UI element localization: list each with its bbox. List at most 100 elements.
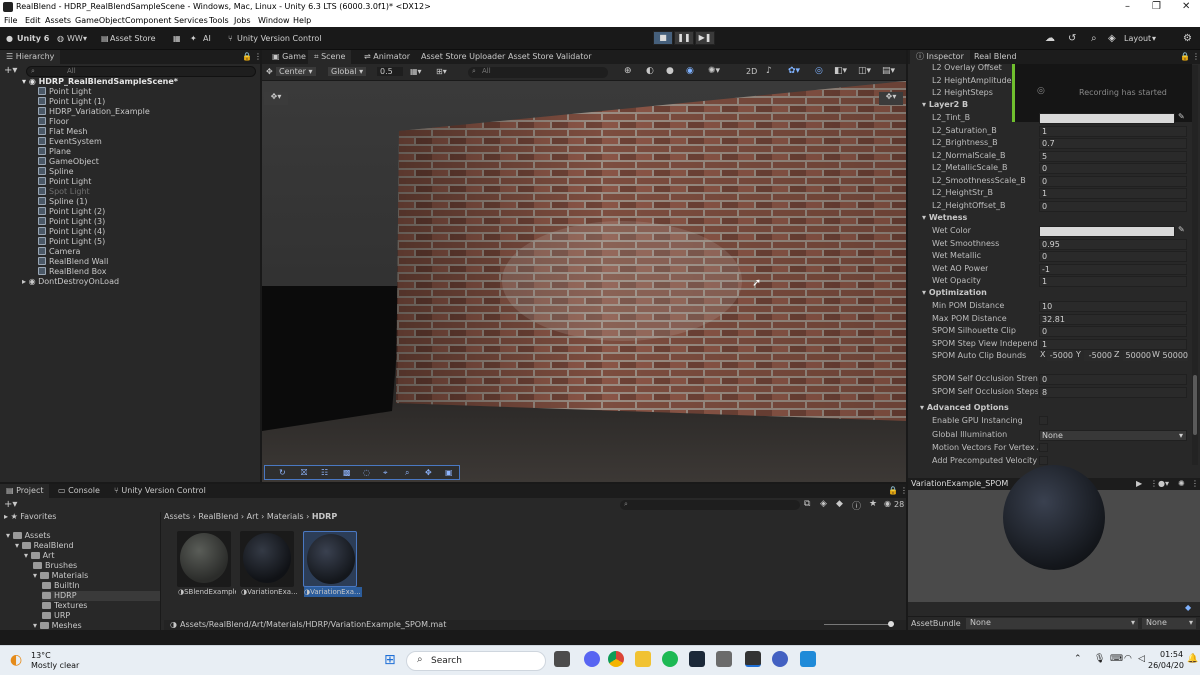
grid-icon[interactable]: ⊞▾: [436, 67, 447, 76]
transform-tool-icon[interactable]: ✥: [266, 67, 273, 76]
precomputed-velocity-checkbox[interactable]: [1039, 456, 1048, 465]
layers-icon[interactable]: ◈: [1108, 32, 1116, 45]
more-options-icon[interactable]: ⋮: [1186, 50, 1200, 64]
hierarchy-item[interactable]: Point Light (5): [38, 237, 105, 247]
account-icon[interactable]: ◍: [57, 32, 64, 45]
visibility-icon[interactable]: ◎: [815, 66, 823, 76]
camera-icon[interactable]: ◧▾: [834, 66, 847, 76]
tab-asset-store-uploader[interactable]: Asset Store Uploader: [415, 50, 511, 64]
property-value-input[interactable]: 8: [1039, 386, 1187, 398]
light-preview-icon[interactable]: ✺: [1178, 479, 1185, 488]
hierarchy-item[interactable]: Point Light (2): [38, 207, 105, 217]
project-folder[interactable]: ▾ Art: [24, 551, 54, 561]
hierarchy-item[interactable]: Spline: [38, 167, 74, 177]
menu-assets[interactable]: Assets: [45, 16, 71, 25]
tray-chevron-icon[interactable]: ⌃: [1074, 654, 1082, 664]
weather-text[interactable]: Mostly clear: [31, 661, 79, 670]
taskbar-search[interactable]: ⌕ Search: [406, 651, 546, 671]
menu-tools[interactable]: Tools: [209, 16, 229, 25]
property-value-input[interactable]: 1: [1039, 125, 1187, 137]
windows-start-icon[interactable]: ⊞: [384, 652, 396, 668]
property-value-input[interactable]: 0: [1039, 374, 1187, 385]
hierarchy-item[interactable]: Spot Light: [38, 187, 90, 197]
hierarchy-item[interactable]: Point Light (4): [38, 227, 105, 237]
clock-date[interactable]: 26/04/20: [1148, 661, 1184, 670]
asset-variationexample-2[interactable]: [303, 531, 357, 587]
eyedropper-icon[interactable]: ✎: [1178, 225, 1185, 234]
sphere-preview-icon[interactable]: ●▾: [1158, 479, 1169, 488]
filter-tag-icon[interactable]: ◆: [836, 499, 843, 509]
info-icon[interactable]: ⓘ: [852, 499, 861, 512]
property-value-input[interactable]: 0: [1039, 251, 1187, 262]
brush-tool-icon[interactable]: ⛝: [301, 468, 307, 478]
gpu-instancing-checkbox[interactable]: [1039, 416, 1048, 425]
property-value-input[interactable]: 1: [1039, 188, 1187, 199]
create-asset-button[interactable]: +▾: [4, 499, 17, 510]
tab-animator[interactable]: ⇌ Animator: [358, 50, 416, 64]
settings-tool-icon[interactable]: ▣: [445, 468, 453, 477]
project-search-input[interactable]: ⌕: [620, 500, 800, 510]
layout-dropdown[interactable]: Layout: [1124, 32, 1151, 45]
weather-icon[interactable]: ◐: [10, 652, 22, 668]
breadcrumb-realblend[interactable]: RealBlend: [198, 512, 238, 521]
hierarchy-item[interactable]: RealBlend Box: [38, 267, 106, 277]
gizmos-icon[interactable]: ◫▾: [858, 66, 871, 76]
unity-version-label[interactable]: Unity 6: [17, 32, 49, 45]
weather-temp[interactable]: 13°C: [31, 651, 51, 660]
property-value-input[interactable]: 0: [1039, 163, 1187, 174]
breadcrumb-hdrp[interactable]: HDRP: [312, 512, 337, 521]
inspector-scroll-thumb[interactable]: [1193, 375, 1197, 435]
global-illumination-dropdown[interactable]: None ▾: [1039, 430, 1187, 441]
hierarchy-item[interactable]: EventSystem: [38, 137, 102, 147]
asset-sblendexample[interactable]: [177, 531, 231, 587]
messenger-icon[interactable]: [772, 651, 788, 667]
notifications-icon[interactable]: 🔔: [1187, 654, 1198, 664]
tab-game[interactable]: ▣ Game: [266, 50, 312, 64]
step-button[interactable]: ▶❚: [695, 31, 715, 45]
favorite-star-icon[interactable]: ★: [869, 499, 877, 509]
favorites-item[interactable]: ▸ ★ Favorites: [4, 512, 56, 522]
property-value-input[interactable]: 0: [1039, 175, 1187, 187]
tab-console[interactable]: ▭ Console: [52, 484, 106, 498]
scene-viewport[interactable]: ✥▾ ✥▾ ↻ ⛝ ☷ ▩ ◌ ⌖ ⌕ ✥ ▣: [262, 81, 906, 482]
project-folder[interactable]: HDRP: [42, 591, 160, 601]
breadcrumb-art[interactable]: Art: [247, 512, 259, 521]
search-icon[interactable]: ⌕: [1091, 32, 1097, 45]
preview-mode-icon[interactable]: ⋮: [1150, 479, 1158, 488]
asset-store-button[interactable]: Asset Store: [110, 32, 156, 45]
tab-version-control[interactable]: ⑂ Unity Version Control: [108, 484, 212, 498]
project-folder[interactable]: Brushes: [33, 561, 77, 571]
pivot-dropdown[interactable]: Center ▾: [276, 67, 316, 76]
wifi-icon[interactable]: ◠: [1124, 654, 1132, 664]
mode-2d-toggle[interactable]: 2D: [746, 67, 757, 76]
microphone-icon[interactable]: 🎙: [1094, 654, 1105, 664]
scene-search-input[interactable]: ⌕ All: [468, 67, 608, 78]
section-wetness[interactable]: ▾ Wetness: [922, 212, 967, 224]
more-options-icon[interactable]: ⋮: [1191, 479, 1199, 488]
breadcrumb-materials[interactable]: Materials: [267, 512, 304, 521]
project-folder[interactable]: ▾ RealBlend: [15, 541, 74, 551]
menu-jobs[interactable]: Jobs: [234, 16, 251, 25]
eyedropper-icon[interactable]: ✎: [1178, 112, 1185, 121]
ai-button[interactable]: AI: [203, 32, 211, 45]
section-optimization[interactable]: ▾ Optimization: [922, 287, 987, 299]
preview-tag-icon[interactable]: ◆: [1185, 603, 1191, 612]
lit-icon[interactable]: ◉: [686, 66, 694, 76]
sphere-tool-icon[interactable]: ◌: [363, 468, 370, 477]
dont-destroy-item[interactable]: ▸ ◉ DontDestroyOnLoad: [22, 277, 119, 287]
audio-icon[interactable]: ♪: [766, 66, 772, 76]
hierarchy-item[interactable]: Spline (1): [38, 197, 87, 207]
snap-input[interactable]: 0.5: [377, 67, 403, 76]
steam-icon[interactable]: [689, 651, 705, 667]
layers-tool-icon[interactable]: ☷: [321, 468, 328, 477]
menu-edit[interactable]: Edit: [25, 16, 41, 25]
tab-asset-store-validator[interactable]: Asset Store Validator: [502, 50, 598, 64]
settings-icon[interactable]: ⚙: [1183, 32, 1192, 45]
hierarchy-item[interactable]: HDRP_Variation_Example: [38, 107, 150, 117]
move-tool-icon[interactable]: ✥: [425, 468, 432, 477]
chrome-icon[interactable]: [608, 651, 624, 667]
hierarchy-search-input[interactable]: ⌕ All: [26, 66, 256, 77]
menu-services[interactable]: Services: [174, 16, 208, 25]
motion-vectors-checkbox[interactable]: [1039, 443, 1048, 452]
clip-y-input[interactable]: -5000: [1084, 350, 1112, 361]
